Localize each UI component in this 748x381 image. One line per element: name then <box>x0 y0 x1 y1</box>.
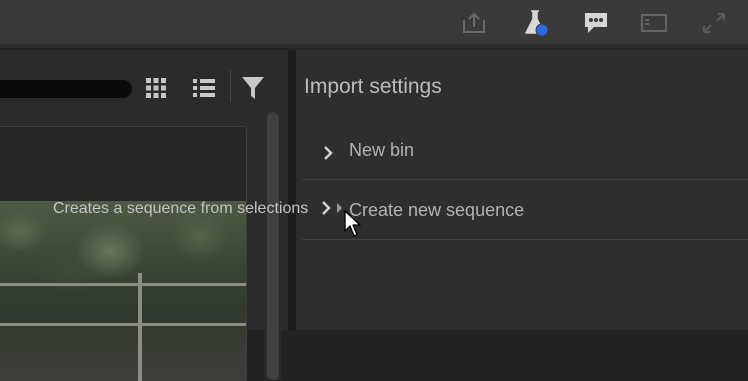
import-option-new-bin[interactable]: New bin <box>302 119 748 180</box>
thumbnail-pole <box>138 273 142 381</box>
import-option-create-new-sequence[interactable]: Create new sequence <box>302 179 748 240</box>
toolbar-divider <box>230 70 231 102</box>
vertical-scrollbar[interactable] <box>265 112 281 380</box>
filter-icon[interactable] <box>238 74 268 102</box>
import-settings-panel: Import settings New bin Create new seque… <box>296 50 748 330</box>
share-icon[interactable] <box>458 8 490 38</box>
tooltip: Creates a sequence from selections <box>53 200 309 217</box>
thumbnail-fence-rail <box>0 323 246 326</box>
flask-icon[interactable] <box>520 8 552 38</box>
media-thumbnail-card[interactable] <box>0 126 247 381</box>
panel-divider[interactable] <box>288 50 296 330</box>
option-label: New bin <box>349 140 415 160</box>
thumbnail-fence-rail <box>0 283 246 286</box>
list-view-icon[interactable] <box>188 74 220 102</box>
fullscreen-icon[interactable] <box>698 8 730 38</box>
mouse-cursor-icon <box>344 210 362 243</box>
option-label: Create new sequence <box>349 200 525 220</box>
media-browser-panel <box>0 50 288 381</box>
search-input[interactable] <box>0 80 132 98</box>
panel-icon[interactable] <box>638 8 670 38</box>
top-toolbar <box>0 0 748 48</box>
thumbnail-trees <box>0 201 246 381</box>
grid-view-icon[interactable] <box>140 74 172 102</box>
chevron-right-icon[interactable] <box>322 145 334 166</box>
chevron-right-icon[interactable] <box>320 200 346 221</box>
media-thumbnail-image[interactable] <box>0 201 246 381</box>
toolbar-shadow <box>0 44 748 48</box>
chat-bubble-icon[interactable] <box>580 8 612 38</box>
panel-title: Import settings <box>304 75 442 98</box>
scrollbar-thumb[interactable] <box>267 112 279 380</box>
